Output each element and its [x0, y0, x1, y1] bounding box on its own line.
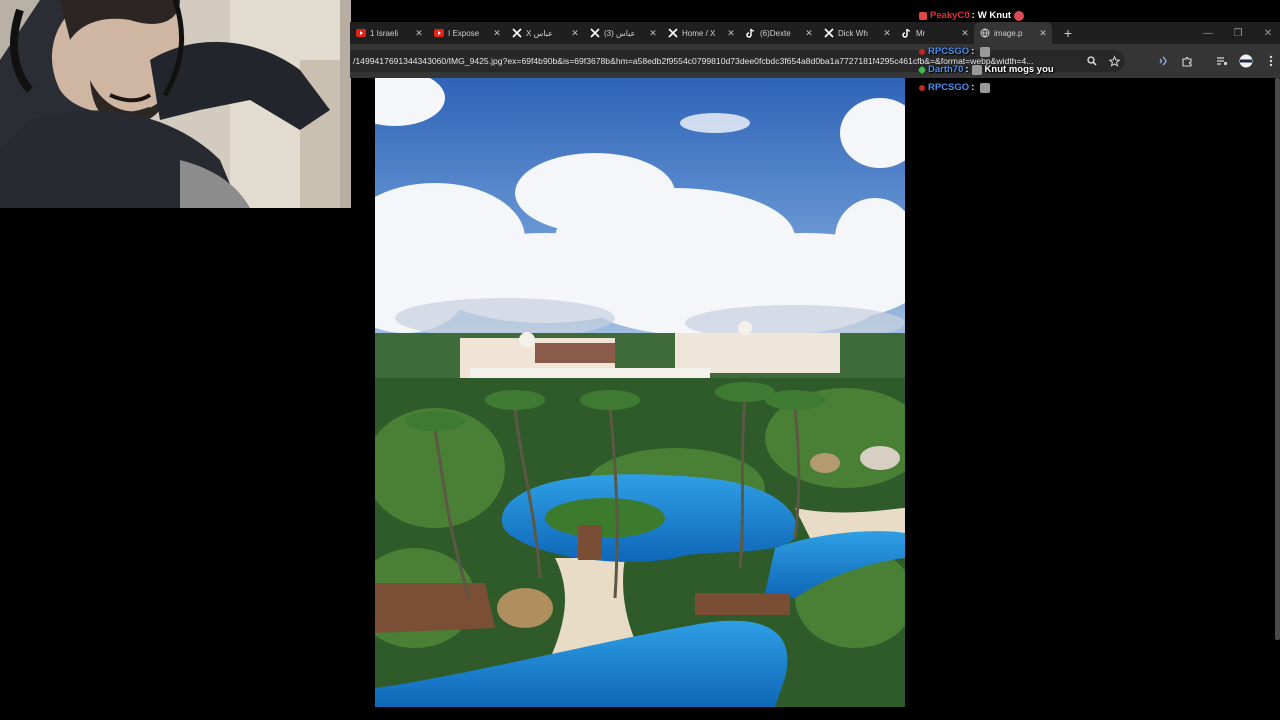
close-tab-icon[interactable]: ✕ [1038, 28, 1048, 39]
chat-badge-icon [919, 11, 927, 20]
chat-username: PeakyC0 [930, 10, 970, 21]
chat-badge-icon [917, 65, 927, 74]
chat-username: Darth70 [928, 64, 964, 75]
x-icon [512, 28, 522, 38]
tab-9-active[interactable]: image.p ✕ [974, 22, 1052, 44]
youtube-icon [434, 28, 444, 38]
extensions-puzzle-icon[interactable] [1180, 54, 1194, 68]
bookmark-star-icon[interactable] [1107, 55, 1121, 67]
chat-username: RPCSGO [928, 46, 970, 57]
emote-icon [980, 82, 991, 93]
globe-icon [980, 28, 990, 38]
chat-badge-icon [919, 84, 925, 91]
emote-icon [980, 46, 991, 57]
tab-title: 1 Israeli [370, 28, 399, 38]
tab-title: X عباس [526, 28, 553, 38]
chat-message: RPCSGO : [919, 46, 991, 57]
tab-title: image.p [994, 28, 1023, 38]
media-control-icon[interactable] [1215, 54, 1229, 68]
profile-avatar-icon[interactable] [1239, 54, 1253, 68]
webcam-overlay [0, 0, 351, 208]
close-tab-icon[interactable]: ✕ [570, 28, 580, 39]
tab-2[interactable]: I Expose ✕ [428, 22, 506, 44]
close-tab-icon[interactable]: ✕ [804, 28, 814, 39]
chat-message: PeakyC0 : W Knut [919, 10, 1025, 21]
resort-photo-image [375, 78, 905, 707]
minimize-icon[interactable]: — [1193, 22, 1223, 44]
chat-message-text: W Knut [977, 10, 1012, 21]
tiktok-icon [746, 28, 756, 38]
webcam-feed-image [0, 0, 351, 208]
tab-title: Dick Wh [838, 28, 868, 38]
browser-tab-strip: 1 Israeli ✕ I Expose ✕ X عباس ✕ (3) عباس… [350, 22, 1280, 44]
x-icon [668, 28, 678, 38]
tab-title: Home / X [682, 28, 716, 38]
chat-message: Darth70 : Knut mogs you [917, 64, 1054, 75]
close-tab-icon[interactable]: ✕ [960, 28, 970, 39]
chat-message-text: Knut mogs you [984, 64, 1054, 75]
tab-title: (6)Dexte [760, 28, 791, 38]
tab-title: I Expose [448, 28, 480, 38]
tab-5[interactable]: Home / X ✕ [662, 22, 740, 44]
zoom-icon[interactable] [1085, 56, 1099, 66]
youtube-icon [356, 28, 366, 38]
page-scrollbar[interactable] [1275, 78, 1280, 640]
tab-8[interactable]: Mr ✕ [896, 22, 974, 44]
x-icon [824, 28, 834, 38]
chat-badge-icon [919, 48, 925, 55]
tab-7[interactable]: Dick Wh ✕ [818, 22, 896, 44]
close-tab-icon[interactable]: ✕ [492, 28, 502, 39]
x-icon [590, 28, 600, 38]
tab-title: Mr [916, 28, 926, 38]
close-tab-icon[interactable]: ✕ [648, 28, 658, 39]
more-menu-icon[interactable] [1264, 54, 1278, 68]
chat-message: RPCSGO : [919, 82, 991, 93]
tab-3[interactable]: X عباس ✕ [506, 22, 584, 44]
close-window-icon[interactable]: ✕ [1253, 22, 1280, 44]
tab-6[interactable]: (6)Dexte ✕ [740, 22, 818, 44]
browser-toolbar: /1499417691344343060/IMG_9425.jpg?ex=69f… [350, 44, 1280, 78]
tab-4[interactable]: (3) عباس ✕ [584, 22, 662, 44]
read-aloud-icon[interactable] [1156, 54, 1170, 68]
chat-username: RPCSGO [928, 82, 970, 93]
tiktok-icon [902, 28, 912, 38]
emote-icon [1014, 10, 1025, 21]
tab-1[interactable]: 1 Israeli ✕ [350, 22, 428, 44]
close-tab-icon[interactable]: ✕ [414, 28, 424, 39]
tab-title: (3) عباس [604, 28, 636, 38]
new-tab-button[interactable]: + [1058, 25, 1078, 41]
emote-icon [971, 64, 982, 75]
close-tab-icon[interactable]: ✕ [726, 28, 736, 39]
restore-icon[interactable]: ❐ [1223, 22, 1253, 44]
close-tab-icon[interactable]: ✕ [882, 28, 892, 39]
